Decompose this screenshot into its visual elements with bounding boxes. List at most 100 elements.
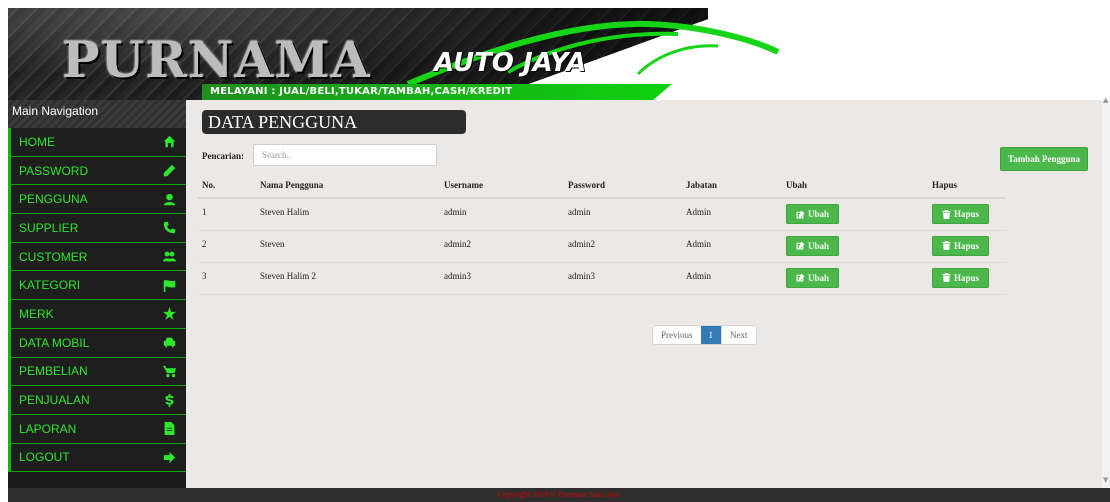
delete-button-label: Hapus: [954, 240, 980, 251]
delete-button[interactable]: Hapus: [932, 267, 990, 288]
trash-icon: [942, 241, 951, 250]
sidebar-item-label: CUSTOMER: [19, 249, 88, 264]
trash-icon: [942, 273, 951, 282]
cell-jabatan: Admin: [682, 198, 782, 231]
sidebar-item-data-mobil[interactable]: DATA MOBIL: [8, 328, 186, 358]
sidebar-item-pembelian[interactable]: PEMBELIAN: [8, 357, 186, 387]
sidebar-item-label: PENJUALAN: [19, 393, 90, 408]
dollar-icon: [162, 393, 176, 407]
sidebar-item-password[interactable]: PASSWORD: [8, 156, 186, 186]
brand-subtitle: AUTO JAYA: [434, 48, 587, 78]
edit-button-label: Ubah: [808, 272, 830, 283]
file-icon: [162, 422, 176, 436]
delete-button-label: Hapus: [954, 272, 980, 283]
cell-username: admin3: [440, 262, 564, 295]
sidebar-item-kategori[interactable]: KATEGORI: [8, 271, 186, 301]
trash-icon: [942, 209, 951, 219]
scrollbar[interactable]: [1102, 100, 1110, 488]
sidebar-item-label: PASSWORD: [19, 163, 89, 178]
brand-name: PURNAMA: [62, 30, 371, 89]
search-input[interactable]: [253, 144, 437, 166]
user-icon: [162, 192, 176, 206]
cell-jabatan: Admin: [682, 262, 782, 295]
pagination-next[interactable]: Next: [721, 326, 756, 344]
sidebar-item-customer[interactable]: CUSTOMER: [8, 242, 186, 272]
delete-button[interactable]: Hapus: [932, 235, 990, 256]
star-icon: [162, 307, 176, 321]
column-header-hapus: Hapus: [928, 172, 1006, 199]
header-banner: PURNAMA AUTO JAYA MELAYANI : JUAL/BELI,T…: [8, 8, 1110, 100]
sidebar-item-laporan[interactable]: LAPORAN: [8, 414, 186, 444]
scroll-down-arrow-icon[interactable]: ▼: [1103, 476, 1108, 484]
cell-password: admin3: [564, 262, 682, 295]
table-header-row: No. Nama Pengguna Username Password Jaba…: [198, 172, 1006, 199]
sidebar-item-label: PENGGUNA: [19, 192, 88, 207]
main-content: DATA PENGGUNA Pencarian: Tambah Pengguna…: [186, 100, 1102, 488]
sidebar-item-label: HOME: [19, 134, 55, 149]
table-row: 2 Steven admin2 admin2 Admin Ubah Hapus: [198, 230, 1006, 263]
edit-icon: [796, 210, 805, 218]
delete-button-label: Hapus: [954, 209, 980, 219]
sidebar-item-label: KATEGORI: [19, 278, 81, 293]
sidebar-item-label: DATA MOBIL: [19, 335, 90, 350]
brand-tagline: MELAYANI : JUAL/BELI,TUKAR/TAMBAH,CASH/K…: [202, 84, 672, 100]
edit-button-label: Ubah: [808, 209, 830, 219]
cell-no: 1: [198, 198, 256, 231]
add-user-button[interactable]: Tambah Pengguna: [1000, 147, 1088, 171]
page-title: DATA PENGGUNA: [202, 110, 466, 134]
table-row: 1 Steven Halim admin admin Admin Ubah Ha…: [198, 198, 1006, 231]
cell-no: 2: [198, 230, 256, 263]
pencil-icon: [162, 164, 176, 178]
sidebar-item-label: SUPPLIER: [19, 220, 79, 235]
phone-icon: [162, 221, 176, 235]
sidebar-item-home[interactable]: HOME: [8, 128, 186, 157]
users-table: No. Nama Pengguna Username Password Jaba…: [198, 172, 1006, 295]
footer: Copyright 2019 © Purnama Auto Jaya: [8, 488, 1110, 502]
footer-copyright: Copyright 2019 © Purnama Auto Jaya: [497, 490, 621, 499]
cell-username: admin2: [440, 230, 564, 263]
edit-button[interactable]: Ubah: [786, 204, 840, 224]
column-header-username: Username: [440, 172, 564, 199]
edit-button-label: Ubah: [808, 240, 830, 251]
scroll-up-arrow-icon[interactable]: ▲: [1103, 96, 1108, 104]
sidebar-item-penjualan[interactable]: PENJUALAN: [8, 386, 186, 415]
sidebar-item-label: LAPORAN: [19, 421, 77, 436]
cart-icon: [162, 364, 176, 378]
edit-button[interactable]: Ubah: [786, 235, 840, 256]
delete-button[interactable]: Hapus: [932, 204, 990, 224]
car-icon: [162, 336, 176, 350]
search-label: Pencarian:: [202, 151, 244, 161]
flag-icon: [162, 278, 176, 292]
users-icon: [162, 250, 176, 264]
column-header-password: Password: [564, 172, 682, 199]
cell-username: admin: [440, 198, 564, 231]
column-header-jabatan: Jabatan: [682, 172, 782, 199]
column-header-no: No.: [198, 172, 256, 199]
sidebar-title: Main Navigation: [8, 100, 186, 128]
sidebar-item-pengguna[interactable]: PENGGUNA: [8, 185, 186, 215]
edit-icon: [796, 241, 805, 250]
cell-password: admin2: [564, 230, 682, 263]
sidebar-item-supplier[interactable]: SUPPLIER: [8, 214, 186, 243]
sidebar: Main Navigation HOME PASSWORD PENGGUNA S…: [8, 100, 186, 488]
column-header-ubah: Ubah: [782, 172, 928, 199]
cell-jabatan: Admin: [682, 230, 782, 263]
edit-button[interactable]: Ubah: [786, 267, 840, 288]
cell-nama: Steven Halim 2: [256, 262, 440, 295]
sidebar-item-logout[interactable]: LOGOUT: [8, 443, 186, 473]
home-icon: [162, 135, 176, 149]
edit-icon: [796, 273, 805, 282]
cell-no: 3: [198, 262, 256, 295]
pagination-page-current[interactable]: 1: [700, 326, 721, 344]
pagination: Previous 1 Next: [652, 325, 757, 345]
sidebar-item-label: LOGOUT: [19, 450, 70, 465]
cell-nama: Steven Halim: [256, 198, 440, 231]
sign-out-icon: [162, 450, 176, 464]
sidebar-item-label: MERK: [19, 306, 54, 321]
table-row: 3 Steven Halim 2 admin3 admin3 Admin Uba…: [198, 262, 1006, 295]
cell-nama: Steven: [256, 230, 440, 263]
sidebar-item-merk[interactable]: MERK: [8, 300, 186, 329]
cell-password: admin: [564, 198, 682, 231]
pagination-previous[interactable]: Previous: [653, 326, 701, 344]
column-header-nama: Nama Pengguna: [256, 172, 440, 199]
